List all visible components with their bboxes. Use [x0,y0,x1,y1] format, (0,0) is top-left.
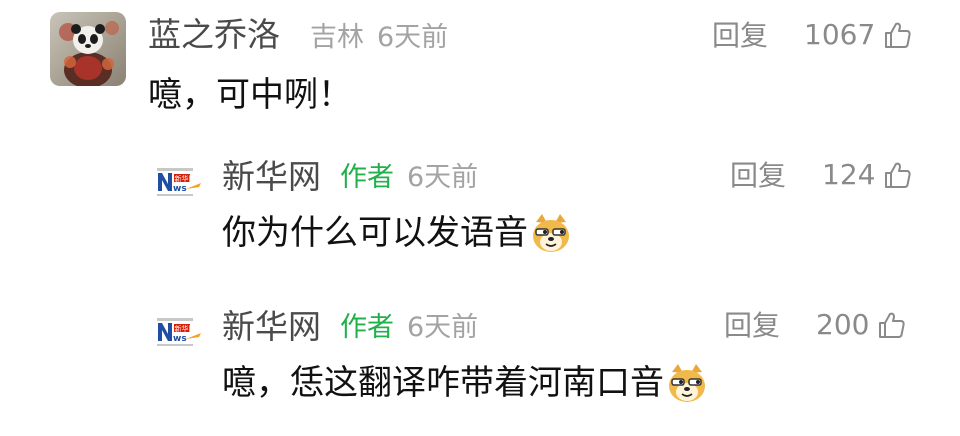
comment-text: 噫，可中咧！ [148,75,352,115]
avatar[interactable]: 新华网 ws [155,315,205,349]
author-badge: 作者 [340,312,394,343]
like-count: 124 [822,158,876,191]
comment-text-row: 你为什么可以发语音 [222,212,572,254]
like-button[interactable]: 1067 [804,20,913,50]
doge-emoji-icon [669,364,705,402]
reply-button[interactable]: 回复 [730,162,786,190]
thumbs-up-icon [885,22,911,48]
reply-button[interactable]: 回复 [724,312,780,340]
author-badge: 作者 [340,162,394,193]
location: 吉林 [310,22,364,53]
comment-text: 你为什么可以发语音 [222,213,528,253]
xinhuanet-logo-icon: 新华网 ws [155,165,205,199]
reply-button[interactable]: 回复 [712,22,768,50]
like-count: 1067 [804,18,876,51]
panda-warrior-avatar-icon [50,12,126,86]
svg-text:ws: ws [173,334,187,344]
like-button[interactable]: 200 [816,310,907,340]
svg-text:新华网: 新华网 [175,324,196,333]
reply-item: 新华网 ws 新华网 作者 6天前 回复 200 噫，恁这翻译咋带着河南口音 [0,290,960,436]
thumbs-up-icon [879,312,906,338]
svg-text:新华网: 新华网 [175,174,196,183]
username[interactable]: 新华网 [222,310,321,343]
timestamp: 6天前 [407,162,479,193]
timestamp: 6天前 [377,22,449,53]
like-count: 200 [816,308,870,341]
reply-item: 新华网 ws 新华网 作者 6天前 回复 124 你为什么可以发语音 [0,140,960,280]
svg-text:ws: ws [173,184,187,194]
thumbs-up-icon [885,162,912,188]
avatar[interactable] [50,12,126,86]
comment-text-row: 噫，恁这翻译咋带着河南口音 [222,362,708,404]
avatar[interactable]: 新华网 ws [155,165,205,199]
doge-emoji-icon [533,214,569,252]
comment-text: 噫，恁这翻译咋带着河南口音 [222,363,664,403]
username[interactable]: 蓝之乔洛 [148,18,280,51]
like-button[interactable]: 124 [822,160,913,190]
xinhuanet-logo-icon: 新华网 ws [155,315,205,349]
timestamp: 6天前 [407,312,479,343]
username[interactable]: 新华网 [222,160,321,193]
comment-item: 蓝之乔洛 吉林 6天前 回复 1067 噫，可中咧！ [0,0,960,130]
